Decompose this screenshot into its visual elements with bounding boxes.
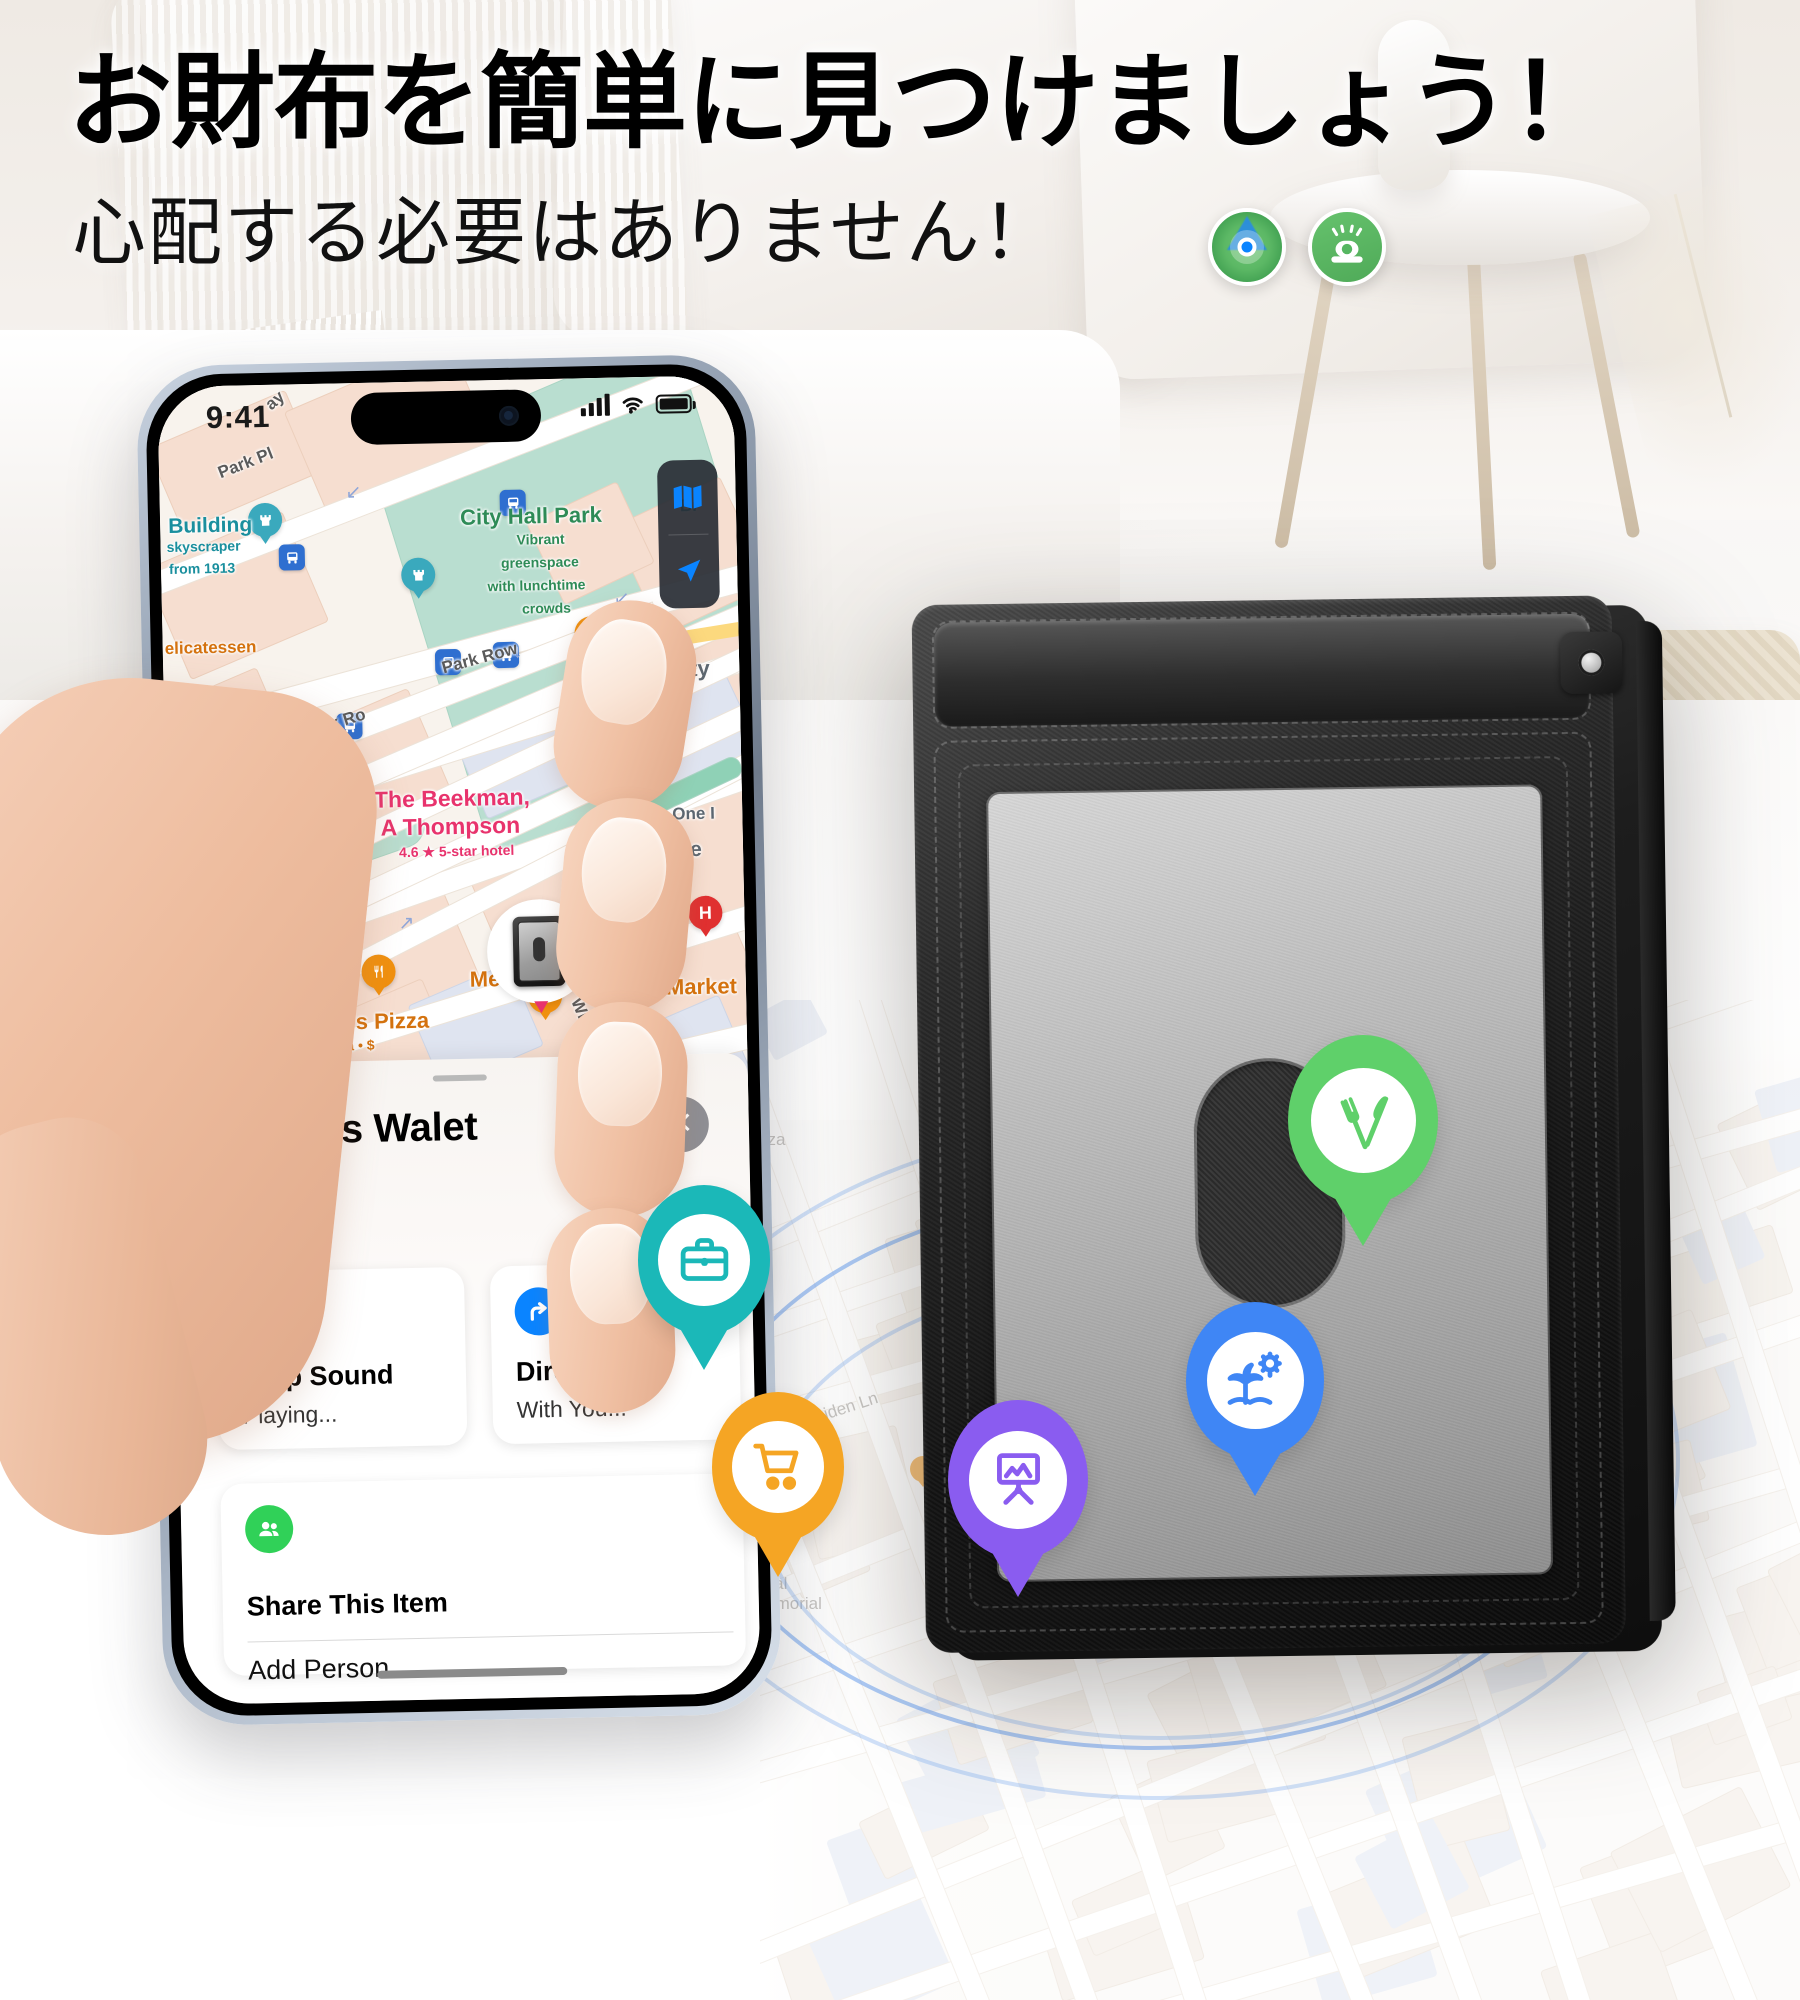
map-label: Joe's Pizza xyxy=(312,1007,430,1036)
traffic-arrow-icon: ↗ xyxy=(398,912,415,935)
stop-sound-title: Stop Sound xyxy=(241,1359,394,1393)
share-people-icon xyxy=(244,1504,294,1554)
dynamic-island xyxy=(350,389,542,446)
map-poi-pin[interactable] xyxy=(574,615,609,661)
palm-beach-icon xyxy=(1206,1331,1304,1429)
add-person-button[interactable]: Add Person xyxy=(248,1653,390,1687)
background-building xyxy=(760,1000,829,1062)
map-label: Chick-fil-A xyxy=(202,940,314,968)
map-label: Vibrant xyxy=(516,530,565,548)
map-controls[interactable] xyxy=(656,459,720,609)
map-label: ZARA xyxy=(217,796,280,823)
product-marketing-image: MurrHighMadisonStarAvenue of the FinestK… xyxy=(0,0,1800,2000)
map-label: 8 Spruce xyxy=(612,837,703,863)
page-title: お財布を簡単に見つけましょう！ xyxy=(68,45,1614,161)
traffic-arrow-icon: ↖ xyxy=(285,885,303,907)
map-label: 4.6 ★ 5-star hotel xyxy=(398,841,515,861)
map-label: City Hall Park xyxy=(459,501,603,530)
shopping-cart-pin xyxy=(712,1392,844,1577)
map-poi-pin[interactable] xyxy=(400,557,436,602)
map-poi-pin[interactable] xyxy=(247,502,283,548)
map-label: elicatessen xyxy=(164,637,257,659)
battery-full-icon xyxy=(655,393,692,414)
share-item-title: Share This Item xyxy=(246,1587,449,1622)
stop-sound-subtitle: Playing... xyxy=(242,1400,338,1429)
marker-tip xyxy=(534,1001,549,1014)
phone-screen: ↙↙↓↗↖↙↗↙↖↙↗HPark PlBuildingskyscraperfro… xyxy=(157,375,761,1705)
bus-stop-icon[interactable] xyxy=(278,544,306,571)
metal-snap-button xyxy=(1559,631,1623,695)
locate-arrow-icon[interactable] xyxy=(658,534,720,609)
front-camera-icon xyxy=(498,405,520,427)
traffic-arrow-icon: ↙ xyxy=(345,481,362,504)
traffic-arrow-icon: ↙ xyxy=(613,588,630,610)
directions-subtitle: With You... xyxy=(516,1394,627,1423)
wifi-icon xyxy=(622,397,643,414)
map-label: Building xyxy=(167,513,253,538)
map-label: skyscraper xyxy=(166,537,241,556)
map-label: University xyxy=(603,655,710,683)
directions-title: Directions xyxy=(515,1354,649,1387)
presentation-board-icon xyxy=(969,1430,1067,1529)
briefcase-icon xyxy=(658,1213,750,1306)
cellular-bars-icon xyxy=(580,393,610,417)
page-subtitle: 心配する必要はありません！ xyxy=(72,191,1058,274)
status-bar: 9:41 xyxy=(157,375,734,459)
sheet-grabber[interactable] xyxy=(432,1074,487,1082)
map-layers-icon[interactable] xyxy=(657,459,719,534)
map-label: crowds xyxy=(521,599,572,617)
map-label: One I xyxy=(672,803,716,824)
map-label: greenspace xyxy=(500,553,579,572)
traffic-arrow-icon: ↙ xyxy=(353,853,370,876)
divider xyxy=(247,1631,734,1643)
map-label: The Beekman, xyxy=(373,783,531,813)
item-timestamp: Now xyxy=(222,1200,329,1233)
map-label: Bagel Market xyxy=(599,973,738,1002)
stop-sound-icon xyxy=(240,1292,290,1342)
cutlery-icon xyxy=(1310,1067,1416,1173)
directions-icon xyxy=(514,1286,564,1336)
map-label: Pizza • $ xyxy=(318,1036,375,1054)
traffic-arrow-icon: ↙ xyxy=(240,1026,258,1048)
briefcase-pin xyxy=(638,1185,770,1370)
share-item-card[interactable]: Share This Item Add Person xyxy=(220,1473,747,1686)
item-time-label: Now xyxy=(222,1200,277,1232)
map-poi-pin[interactable] xyxy=(177,886,213,931)
map-poi-pin[interactable]: H xyxy=(688,895,723,940)
map-label: from 1913 xyxy=(168,559,236,577)
map-label: ienne xyxy=(170,1021,229,1049)
map-label: lothing store xyxy=(168,825,254,844)
battery-full-icon xyxy=(288,1204,329,1227)
map-label: A Thompson xyxy=(380,811,521,841)
traffic-arrow-icon: ↙ xyxy=(637,877,655,900)
close-icon[interactable]: ✕ xyxy=(652,1095,710,1153)
item-name: Victor's Walet xyxy=(220,1104,478,1155)
map-poi-pin[interactable] xyxy=(626,932,662,978)
find-my-radar-icon xyxy=(1208,208,1286,286)
item-status: WIth You xyxy=(221,1161,331,1194)
status-time: 9:41 xyxy=(205,398,271,436)
presentation-pin xyxy=(948,1400,1088,1598)
map-poi-pin[interactable] xyxy=(361,954,396,999)
map-label: N xyxy=(674,906,687,926)
cart-icon xyxy=(732,1420,824,1513)
item-detail-sheet: Victor's Walet WIth You Now ✕ Stop Sound xyxy=(171,1052,761,1705)
stop-sound-card[interactable]: Stop Sound Playing... xyxy=(215,1266,468,1451)
app-icon-group xyxy=(1208,208,1386,286)
map-label: Pace xyxy=(632,626,685,653)
map-label: Fast Food • $ xyxy=(211,966,300,985)
restaurant-pin xyxy=(1288,1035,1438,1247)
traffic-arrow-icon: ↗ xyxy=(252,715,269,738)
beach-pin xyxy=(1186,1302,1324,1496)
alarm-siren-icon xyxy=(1308,208,1386,286)
map-label: with lunchtime xyxy=(487,576,586,595)
stitching xyxy=(931,611,1592,729)
smartphone: ↙↙↓↗↖↙↗↙↖↙↗HPark PlBuildingskyscraperfro… xyxy=(135,353,783,1727)
